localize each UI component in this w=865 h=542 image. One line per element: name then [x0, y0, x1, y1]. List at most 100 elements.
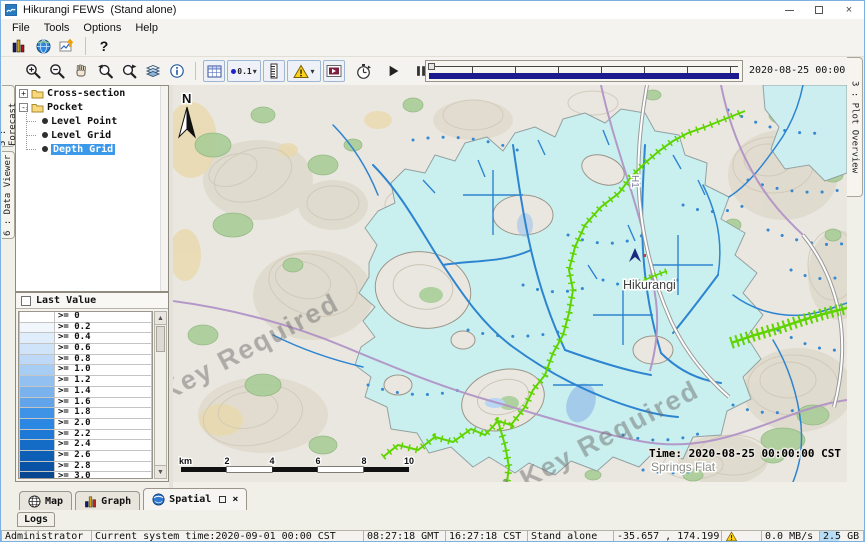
legend-row: >= 2.0: [19, 419, 152, 430]
spatial-map-view[interactable]: API Key Required API Key Required Hikura…: [173, 85, 847, 482]
minimize-icon: [785, 10, 794, 11]
pan-hand-icon: [73, 63, 89, 79]
town-label: Hikurangi: [623, 278, 676, 292]
close-icon: ×: [846, 4, 852, 16]
zoom-in-button[interactable]: [22, 60, 44, 82]
status-warning[interactable]: [721, 530, 761, 542]
layers-button[interactable]: [142, 60, 164, 82]
legend-row: >= 1.4: [19, 387, 152, 398]
bottom-tab-bar: Map Graph Spatial ×: [1, 488, 864, 510]
last-value-checkbox[interactable]: [21, 296, 31, 306]
legend-color-swatch: [19, 355, 55, 366]
svg-text:2: 2: [224, 456, 229, 466]
tree-item-level-grid[interactable]: Level Grid: [16, 128, 168, 142]
animation-panel-button[interactable]: [323, 60, 345, 82]
time-slider-handle[interactable]: [428, 63, 435, 70]
zoom-out-icon: [49, 63, 66, 80]
toolbar-separator: [85, 37, 86, 55]
timeseries-button[interactable]: [56, 35, 78, 57]
animation-timer-button[interactable]: [352, 60, 374, 82]
legend-class-label: >= 1.4: [55, 387, 152, 398]
legend-row: >= 3.0: [19, 472, 152, 479]
legend-color-swatch: [19, 387, 55, 398]
menu-item[interactable]: Tools: [37, 21, 77, 35]
tab-map[interactable]: Map: [19, 491, 72, 510]
tree-scrollbar[interactable]: [160, 86, 168, 291]
legend-color-swatch: [19, 440, 55, 451]
info-button[interactable]: [166, 60, 188, 82]
status-system-time: Current system time:2020-09-01 00:00 CST: [91, 530, 363, 542]
selected-tree-item: Depth Grid: [51, 144, 115, 155]
gauge-scale-button[interactable]: [263, 60, 285, 82]
layers-icon: [145, 63, 161, 79]
tree-item-level-point[interactable]: Level Point: [16, 114, 168, 128]
tab-plot-overview[interactable]: 3 : Plot Overview: [847, 57, 863, 197]
tab-data-viewer[interactable]: 6 : Data Viewer: [2, 151, 15, 239]
close-button[interactable]: ×: [834, 1, 864, 19]
tab-logs[interactable]: Logs: [17, 512, 55, 527]
grid-display-button[interactable]: [203, 60, 225, 82]
status-coordinates: -35.657 , 174.199: [613, 530, 721, 542]
locality-label: Springs Flat: [651, 460, 716, 474]
right-tab-strip: 3 : Plot Overview: [846, 57, 864, 488]
map-display-button[interactable]: [32, 35, 54, 57]
status-local-time: 16:27:18 CST: [445, 530, 527, 542]
time-slider[interactable]: [425, 60, 743, 82]
tree-item-cross-section[interactable]: + Cross-section: [16, 86, 168, 100]
help-button[interactable]: ?: [93, 35, 115, 57]
tab-graph[interactable]: Graph: [75, 491, 140, 510]
chevron-down-icon: ▾: [310, 67, 314, 76]
timer-clock-icon: [355, 63, 372, 80]
zoom-out-button[interactable]: [46, 60, 68, 82]
svg-text:N: N: [182, 91, 191, 106]
help-icon: ?: [100, 38, 109, 54]
close-panel-icon[interactable]: ×: [232, 494, 238, 505]
status-bar: Administrator Current system time:2020-0…: [1, 530, 864, 542]
tree-item-pocket[interactable]: - Pocket: [16, 100, 168, 114]
node-bullet-icon: [42, 132, 48, 138]
threshold-dropdown[interactable]: 0.1 ▾: [227, 60, 261, 82]
play-button[interactable]: [383, 60, 405, 82]
time-slider-range-bar: [429, 73, 739, 79]
scroll-up-icon[interactable]: ▲: [155, 312, 166, 325]
minimize-button[interactable]: [774, 1, 804, 19]
svg-text:8: 8: [361, 456, 366, 466]
thresholds-warning-dropdown[interactable]: ▾: [287, 60, 321, 82]
legend-color-swatch: [19, 430, 55, 441]
status-gmt-time: 08:27:18 GMT: [363, 530, 445, 542]
scrollbar-thumb[interactable]: [156, 326, 165, 352]
legend-scrollbar[interactable]: ▲ ▼: [154, 311, 167, 479]
zoom-next-button[interactable]: [118, 60, 140, 82]
menu-item[interactable]: Options: [76, 21, 128, 35]
menu-item[interactable]: Help: [128, 21, 165, 35]
status-user: Administrator: [1, 530, 91, 542]
explorer-icon: [11, 38, 27, 54]
tab-spatial[interactable]: Spatial ×: [143, 488, 247, 510]
legend-color-swatch: [19, 462, 55, 473]
maximize-panel-icon[interactable]: [219, 496, 226, 503]
maximize-button[interactable]: [804, 1, 834, 19]
legend-color-swatch: [19, 312, 55, 323]
threshold-value: 0.1: [237, 67, 251, 76]
node-bullet-icon: [42, 146, 48, 152]
node-bullet-icon: [42, 118, 48, 124]
app-logo-icon: [5, 4, 17, 16]
legend-color-swatch: [19, 323, 55, 334]
folder-icon: [31, 88, 44, 99]
map-time-label: Time: 2020-08-25 00:00:00 CST: [649, 447, 841, 460]
warning-icon: [293, 64, 309, 79]
play-icon: [387, 64, 401, 78]
last-value-label: Last Value: [36, 295, 96, 306]
scroll-down-icon[interactable]: ▼: [155, 465, 166, 478]
warning-icon: [725, 531, 738, 542]
legend-color-swatch: [19, 344, 55, 355]
expand-icon[interactable]: +: [19, 89, 28, 98]
menu-item[interactable]: File: [5, 21, 37, 35]
pan-button[interactable]: [70, 60, 92, 82]
tab-forecast[interactable]: 5 : Forecast: [2, 85, 15, 147]
legend-color-swatch: [19, 472, 55, 479]
tree-item-depth-grid[interactable]: Depth Grid: [16, 142, 168, 156]
title-bar: Hikurangi FEWS (Stand alone) ×: [1, 1, 864, 19]
explorer-button[interactable]: [8, 35, 30, 57]
zoom-previous-button[interactable]: [94, 60, 116, 82]
